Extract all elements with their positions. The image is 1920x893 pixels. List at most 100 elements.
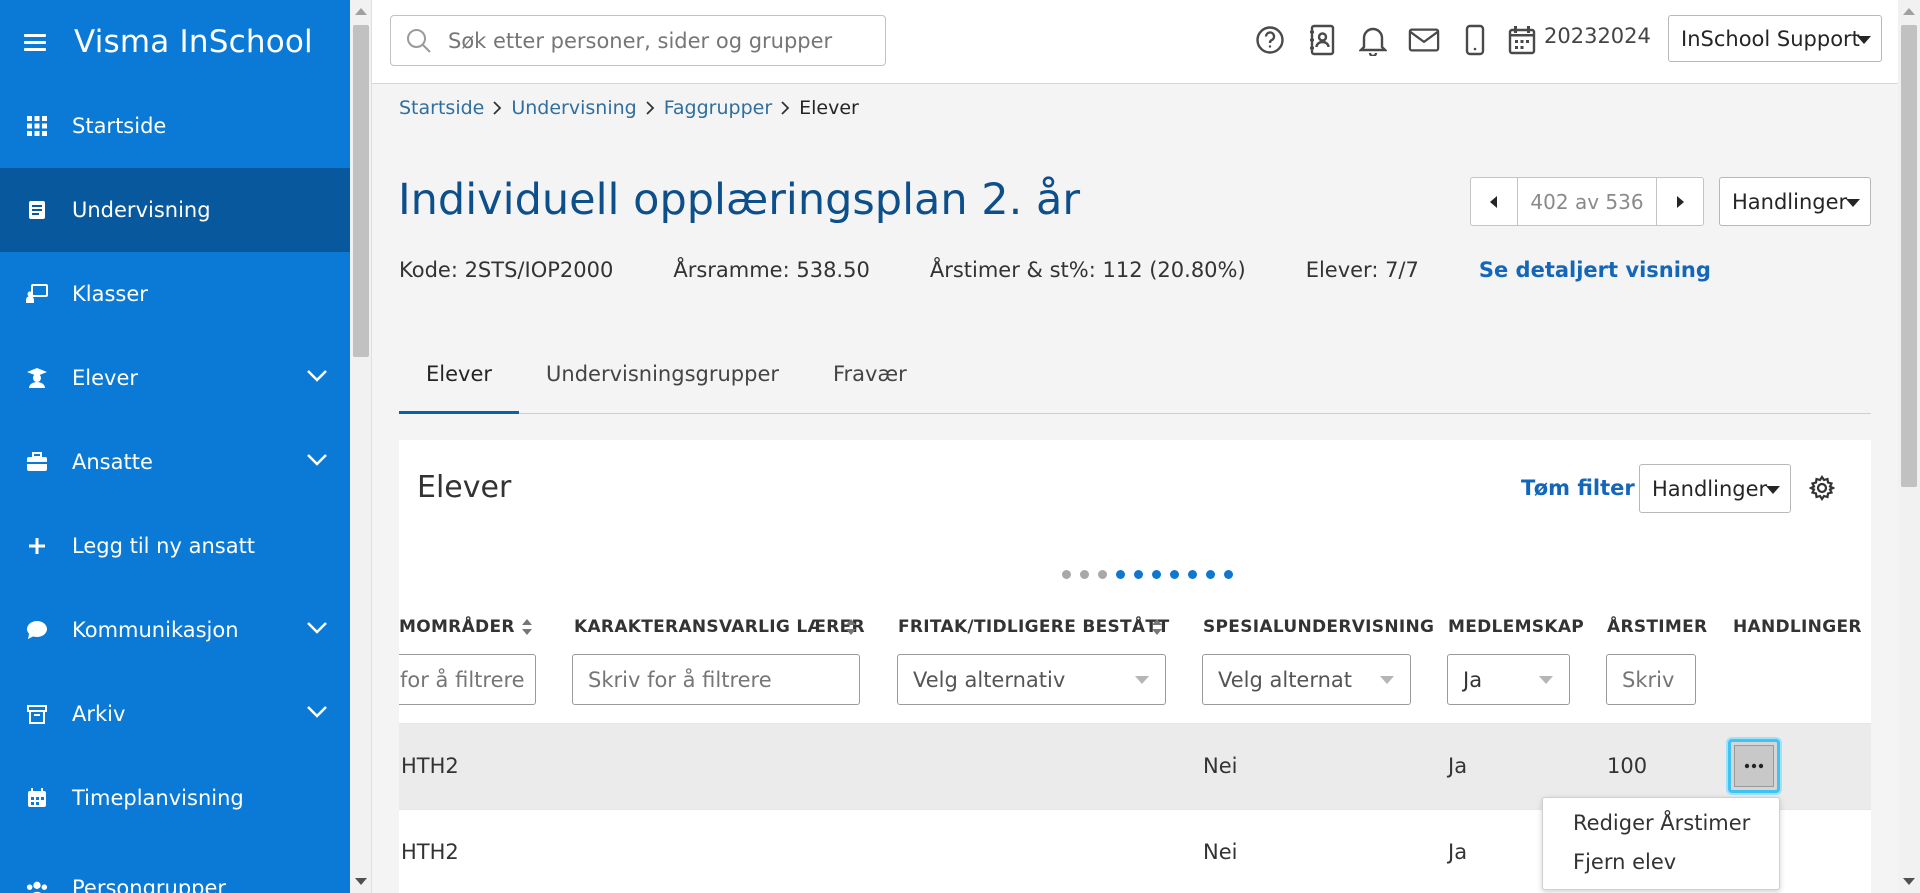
more-options-icon (1734, 745, 1774, 787)
filter-omrader-input[interactable]: for å filtrere (399, 654, 536, 705)
caret-down-icon (1135, 676, 1149, 684)
search-input[interactable]: Søk etter personer, sider og grupper (390, 15, 886, 66)
chevron-down-icon[interactable] (306, 621, 328, 635)
sidebar-item-undervisning[interactable]: Undervisning (0, 168, 350, 252)
next-record-button[interactable] (1657, 178, 1703, 225)
help-icon[interactable] (1254, 22, 1286, 58)
scroll-dot[interactable] (1062, 570, 1071, 579)
previous-record-button[interactable] (1471, 178, 1517, 225)
column-header-omrader[interactable]: MOMRÅDER (399, 617, 515, 637)
school-year-label[interactable]: 20232024 (1544, 24, 1651, 48)
record-counter: 402 av 536 (1517, 178, 1657, 225)
phone-icon[interactable] (1459, 22, 1491, 58)
sidebar-item-kommunikasjon[interactable]: Kommunikasjon (0, 588, 350, 672)
filter-medlemskap-select[interactable]: Ja (1447, 654, 1570, 705)
hamburger-menu-icon[interactable] (24, 32, 52, 52)
filter-spesial-select[interactable]: Velg alternat (1202, 654, 1411, 705)
page-scrollbar-thumb[interactable] (1901, 25, 1917, 487)
bell-icon[interactable] (1357, 22, 1389, 58)
scroll-down-arrow-icon[interactable] (1903, 878, 1915, 885)
breadcrumb-link-startside[interactable]: Startside (399, 97, 484, 119)
app-title: Visma InSchool (74, 24, 313, 60)
filter-arstimer-input[interactable]: Skriv (1606, 654, 1696, 705)
card-actions-dropdown[interactable]: Handlinger (1639, 464, 1791, 513)
scroll-up-arrow-icon[interactable] (355, 8, 367, 15)
filter-placeholder: Skriv for å filtrere (588, 667, 772, 692)
sidebar-item-ansatte[interactable]: Ansatte (0, 420, 350, 504)
scroll-down-arrow-icon[interactable] (355, 878, 367, 885)
sidebar-scrollbar[interactable] (350, 0, 372, 893)
horizontal-scroll-indicator[interactable] (1062, 570, 1242, 579)
card-actions-label: Handlinger (1652, 476, 1768, 501)
sidebar-scrollbar-thumb[interactable] (353, 25, 369, 357)
user-menu-dropdown[interactable]: InSchool Support (1668, 15, 1882, 62)
scroll-dot[interactable] (1206, 570, 1215, 579)
sort-icon[interactable] (1151, 618, 1163, 636)
chevron-down-icon[interactable] (306, 453, 328, 467)
tab-elever[interactable]: Elever (399, 344, 520, 414)
filter-value: Ja (1463, 667, 1483, 692)
page-actions-dropdown[interactable]: Handlinger (1719, 177, 1871, 226)
cell-omrader: HTH2 (401, 840, 459, 864)
search-icon (407, 28, 431, 53)
sidebar-item-label: Timeplanvisning (72, 786, 244, 810)
archive-icon (26, 703, 48, 725)
filter-fritak-select[interactable]: Velg alternativ (897, 654, 1166, 705)
page-scrollbar[interactable] (1898, 0, 1920, 893)
caret-left-icon (1490, 195, 1497, 208)
column-header-karakteransvarlig-laerer[interactable]: KARAKTERANSVARLIG LÆRER (574, 617, 865, 637)
scroll-dot[interactable] (1116, 570, 1125, 579)
mail-icon[interactable] (1408, 22, 1440, 58)
breadcrumb-link-undervisning[interactable]: Undervisning (511, 97, 636, 119)
scroll-dot[interactable] (1098, 570, 1107, 579)
meta-code: Kode: 2STS/IOP2000 (399, 258, 614, 282)
caret-down-icon (1766, 486, 1780, 494)
breadcrumb-link-faggrupper[interactable]: Faggrupper (664, 97, 772, 119)
sort-icon[interactable] (845, 618, 857, 636)
clear-filter-link[interactable]: Tøm filter (1521, 476, 1635, 500)
tab-undervisningsgrupper[interactable]: Undervisningsgrupper (519, 344, 806, 413)
tab-bar: Elever Undervisningsgrupper Fravær (399, 344, 1871, 414)
column-header-spesialundervisning[interactable]: SPESIALUNDERVISNING (1203, 617, 1434, 637)
menu-item-fjern-elev[interactable]: Fjern elev (1573, 850, 1676, 874)
sidebar-item-persongrupper[interactable]: Persongrupper (0, 840, 350, 893)
caret-right-icon (1677, 195, 1684, 208)
chevron-down-icon[interactable] (306, 705, 328, 719)
plus-icon (26, 535, 48, 557)
column-header-arstimer[interactable]: ÅRSTIMER (1607, 617, 1707, 637)
sidebar-item-elever[interactable]: Elever (0, 336, 350, 420)
calendar-icon[interactable] (1506, 22, 1538, 58)
search-placeholder: Søk etter personer, sider og grupper (448, 28, 833, 53)
scroll-up-arrow-icon[interactable] (1903, 8, 1915, 15)
scroll-dot[interactable] (1080, 570, 1089, 579)
sidebar-item-timeplanvisning[interactable]: Timeplanvisning (0, 756, 350, 840)
scroll-dot[interactable] (1170, 570, 1179, 579)
filter-placeholder: for å filtrere (400, 667, 525, 692)
sidebar-item-klasser[interactable]: Klasser (0, 252, 350, 336)
filter-laerer-input[interactable]: Skriv for å filtrere (572, 654, 860, 705)
column-header-fritak[interactable]: FRITAK/TIDLIGERE BESTÅTT (898, 617, 1170, 637)
scroll-dot[interactable] (1152, 570, 1161, 579)
row-actions-button[interactable] (1728, 739, 1780, 793)
cell-spesialundervisning: Nei (1203, 840, 1238, 864)
filter-placeholder: Velg alternativ (913, 667, 1066, 692)
page-title: Individuell opplæringsplan 2. år (398, 175, 1081, 225)
meta-hours: Årstimer & st%: 112 (20.80%) (929, 258, 1246, 282)
sort-icon[interactable] (521, 618, 533, 636)
scroll-dot[interactable] (1188, 570, 1197, 579)
chevron-down-icon[interactable] (306, 369, 328, 383)
tab-fravaer[interactable]: Fravær (806, 344, 934, 413)
sidebar-item-startside[interactable]: Startside (0, 84, 350, 168)
group-metadata: Kode: 2STS/IOP2000 Årsramme: 538.50 Årst… (399, 258, 1711, 282)
scroll-dot[interactable] (1134, 570, 1143, 579)
contacts-icon[interactable] (1306, 22, 1338, 58)
detail-view-link[interactable]: Se detaljert visning (1479, 258, 1711, 282)
grid-icon (26, 115, 48, 137)
gear-icon[interactable] (1809, 475, 1835, 501)
scroll-dot[interactable] (1224, 570, 1233, 579)
menu-item-rediger-arstimer[interactable]: Rediger Årstimer (1573, 811, 1750, 835)
row-context-menu: Rediger Årstimer Fjern elev (1542, 797, 1780, 890)
column-header-medlemskap[interactable]: MEDLEMSKAP (1448, 617, 1584, 637)
sidebar-item-arkiv[interactable]: Arkiv (0, 672, 350, 756)
sidebar-item-legg-til-ny-ansatt[interactable]: Legg til ny ansatt (0, 504, 350, 588)
